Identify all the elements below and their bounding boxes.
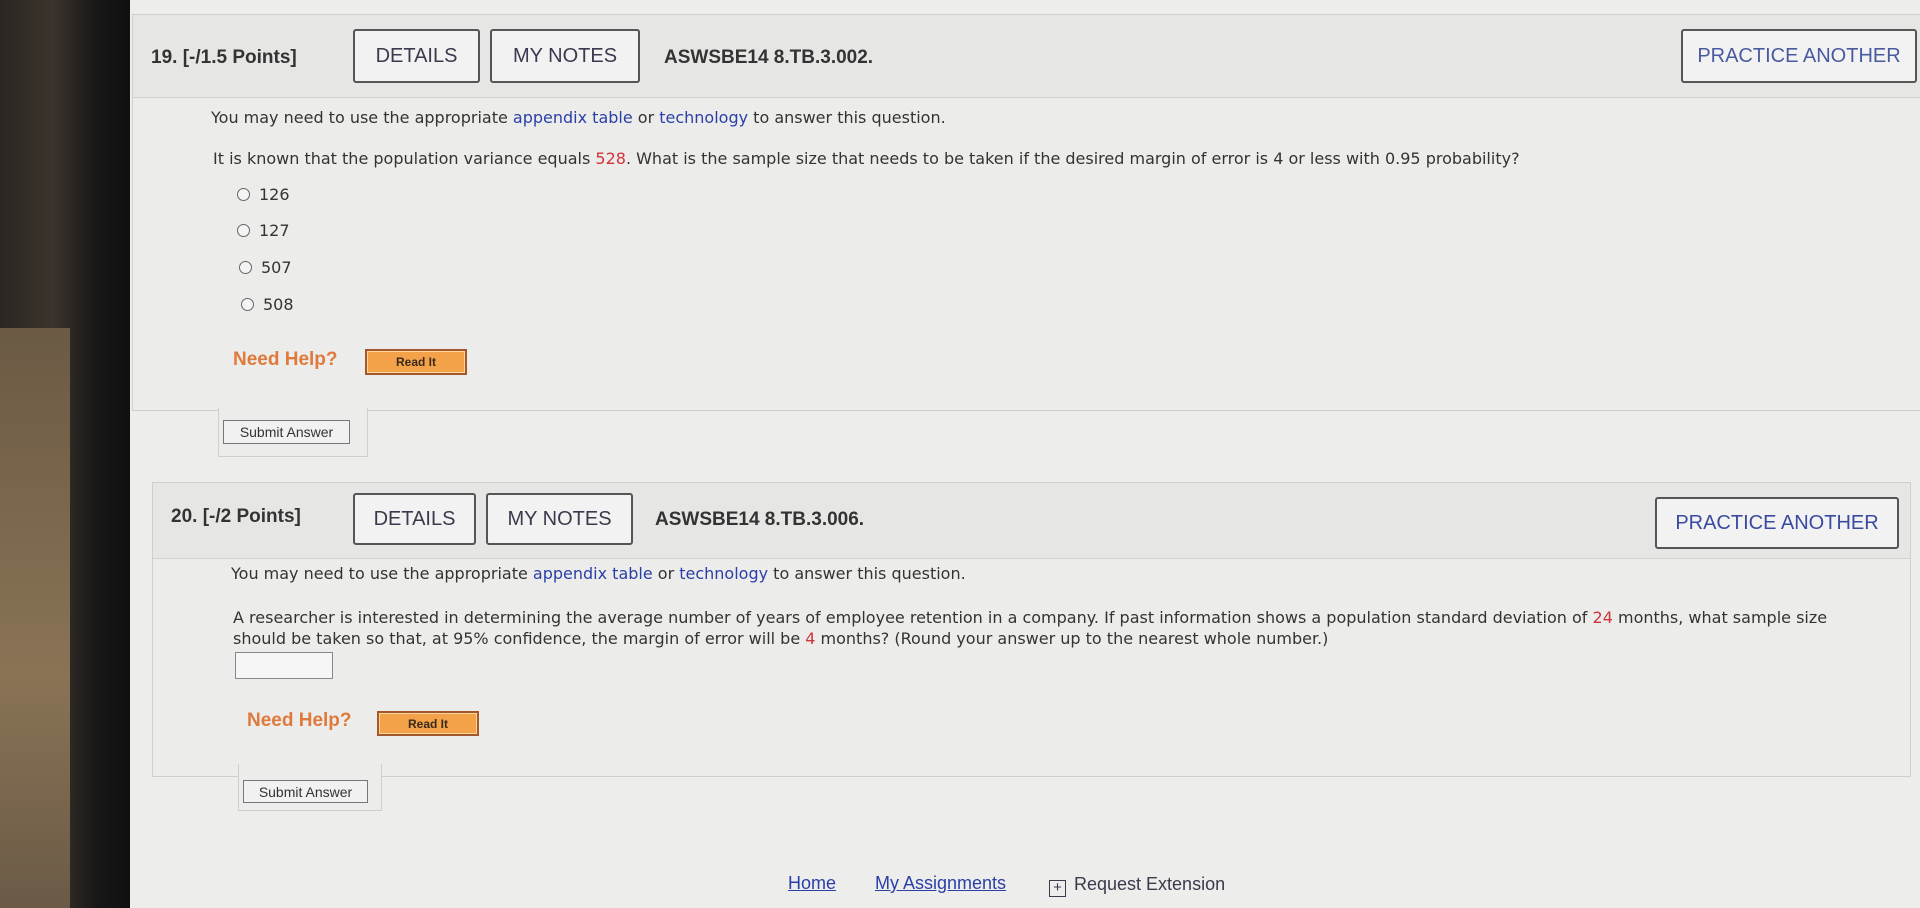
need-help-label: Need Help? — [247, 710, 352, 731]
home-link[interactable]: Home — [788, 873, 836, 893]
my-assignments-link[interactable]: My Assignments — [875, 873, 1006, 893]
answer-input[interactable] — [235, 652, 333, 679]
question-19-header: 19. [-/1.5 Points] DETAILS MY NOTES ASWS… — [133, 15, 1920, 98]
request-extension-link[interactable]: Request Extension — [1074, 874, 1225, 894]
appendix-table-link[interactable]: appendix table — [533, 564, 653, 583]
monitor-bezel — [0, 0, 130, 908]
submit-answer-button[interactable]: Submit Answer — [223, 420, 350, 444]
question-20-points: [-/2 Points] — [202, 506, 301, 527]
question-19-code: ASWSBE14 8.TB.3.002. — [664, 47, 874, 68]
choice-507[interactable]: 507 — [239, 258, 292, 277]
plus-icon: + — [1049, 880, 1066, 897]
margin-of-error-value: 4 — [805, 629, 816, 648]
details-button[interactable]: DETAILS — [353, 29, 480, 83]
submit-area: Submit Answer — [218, 408, 368, 457]
choice-127[interactable]: 127 — [237, 221, 290, 240]
footer-nav: Home — [788, 873, 836, 894]
question-20-code: ASWSBE14 8.TB.3.006. — [655, 509, 865, 530]
details-button[interactable]: DETAILS — [353, 493, 476, 545]
appendix-table-link[interactable]: appendix table — [513, 108, 633, 127]
footer-assignments: My Assignments — [875, 873, 1006, 894]
technology-link[interactable]: technology — [659, 108, 748, 127]
radio-icon[interactable] — [237, 188, 250, 201]
question-20-intro: You may need to use the appropriate appe… — [231, 564, 966, 583]
question-20-header: 20. [-/2 Points] DETAILS MY NOTES ASWSBE… — [153, 483, 1910, 559]
my-notes-button[interactable]: MY NOTES — [486, 493, 633, 545]
choice-508[interactable]: 508 — [241, 295, 294, 314]
question-20-text: A researcher is interested in determinin… — [233, 608, 1828, 648]
footer-extension[interactable]: + Request Extension — [1049, 874, 1225, 897]
submit-answer-button[interactable]: Submit Answer — [243, 780, 368, 803]
my-notes-button[interactable]: MY NOTES — [490, 29, 640, 83]
question-20-card: 20. [-/2 Points] DETAILS MY NOTES ASWSBE… — [152, 482, 1911, 777]
radio-icon[interactable] — [237, 224, 250, 237]
radio-icon[interactable] — [239, 261, 252, 274]
question-19-number: 19. [-/1.5 Points] — [151, 47, 297, 68]
question-19-card: 19. [-/1.5 Points] DETAILS MY NOTES ASWS… — [132, 14, 1920, 411]
radio-icon[interactable] — [241, 298, 254, 311]
technology-link[interactable]: technology — [679, 564, 768, 583]
practice-another-button[interactable]: PRACTICE ANOTHER — [1655, 497, 1899, 549]
question-20-number: 20. [-/2 Points] — [171, 506, 301, 527]
question-19-intro: You may need to use the appropriate appe… — [211, 108, 946, 127]
screen: 19. [-/1.5 Points] DETAILS MY NOTES ASWS… — [130, 0, 1920, 908]
question-19-text: It is known that the population variance… — [213, 149, 1520, 168]
read-it-button[interactable]: Read It — [365, 349, 467, 375]
question-19-points: [-/1.5 Points] — [182, 47, 297, 68]
std-dev-value: 24 — [1592, 608, 1613, 627]
need-help-label: Need Help? — [233, 349, 338, 370]
choice-126[interactable]: 126 — [237, 185, 290, 204]
variance-value: 528 — [595, 149, 626, 168]
submit-area: Submit Answer — [238, 764, 382, 811]
desk-background — [0, 328, 70, 908]
read-it-button[interactable]: Read It — [377, 711, 479, 736]
practice-another-button[interactable]: PRACTICE ANOTHER — [1681, 29, 1917, 83]
